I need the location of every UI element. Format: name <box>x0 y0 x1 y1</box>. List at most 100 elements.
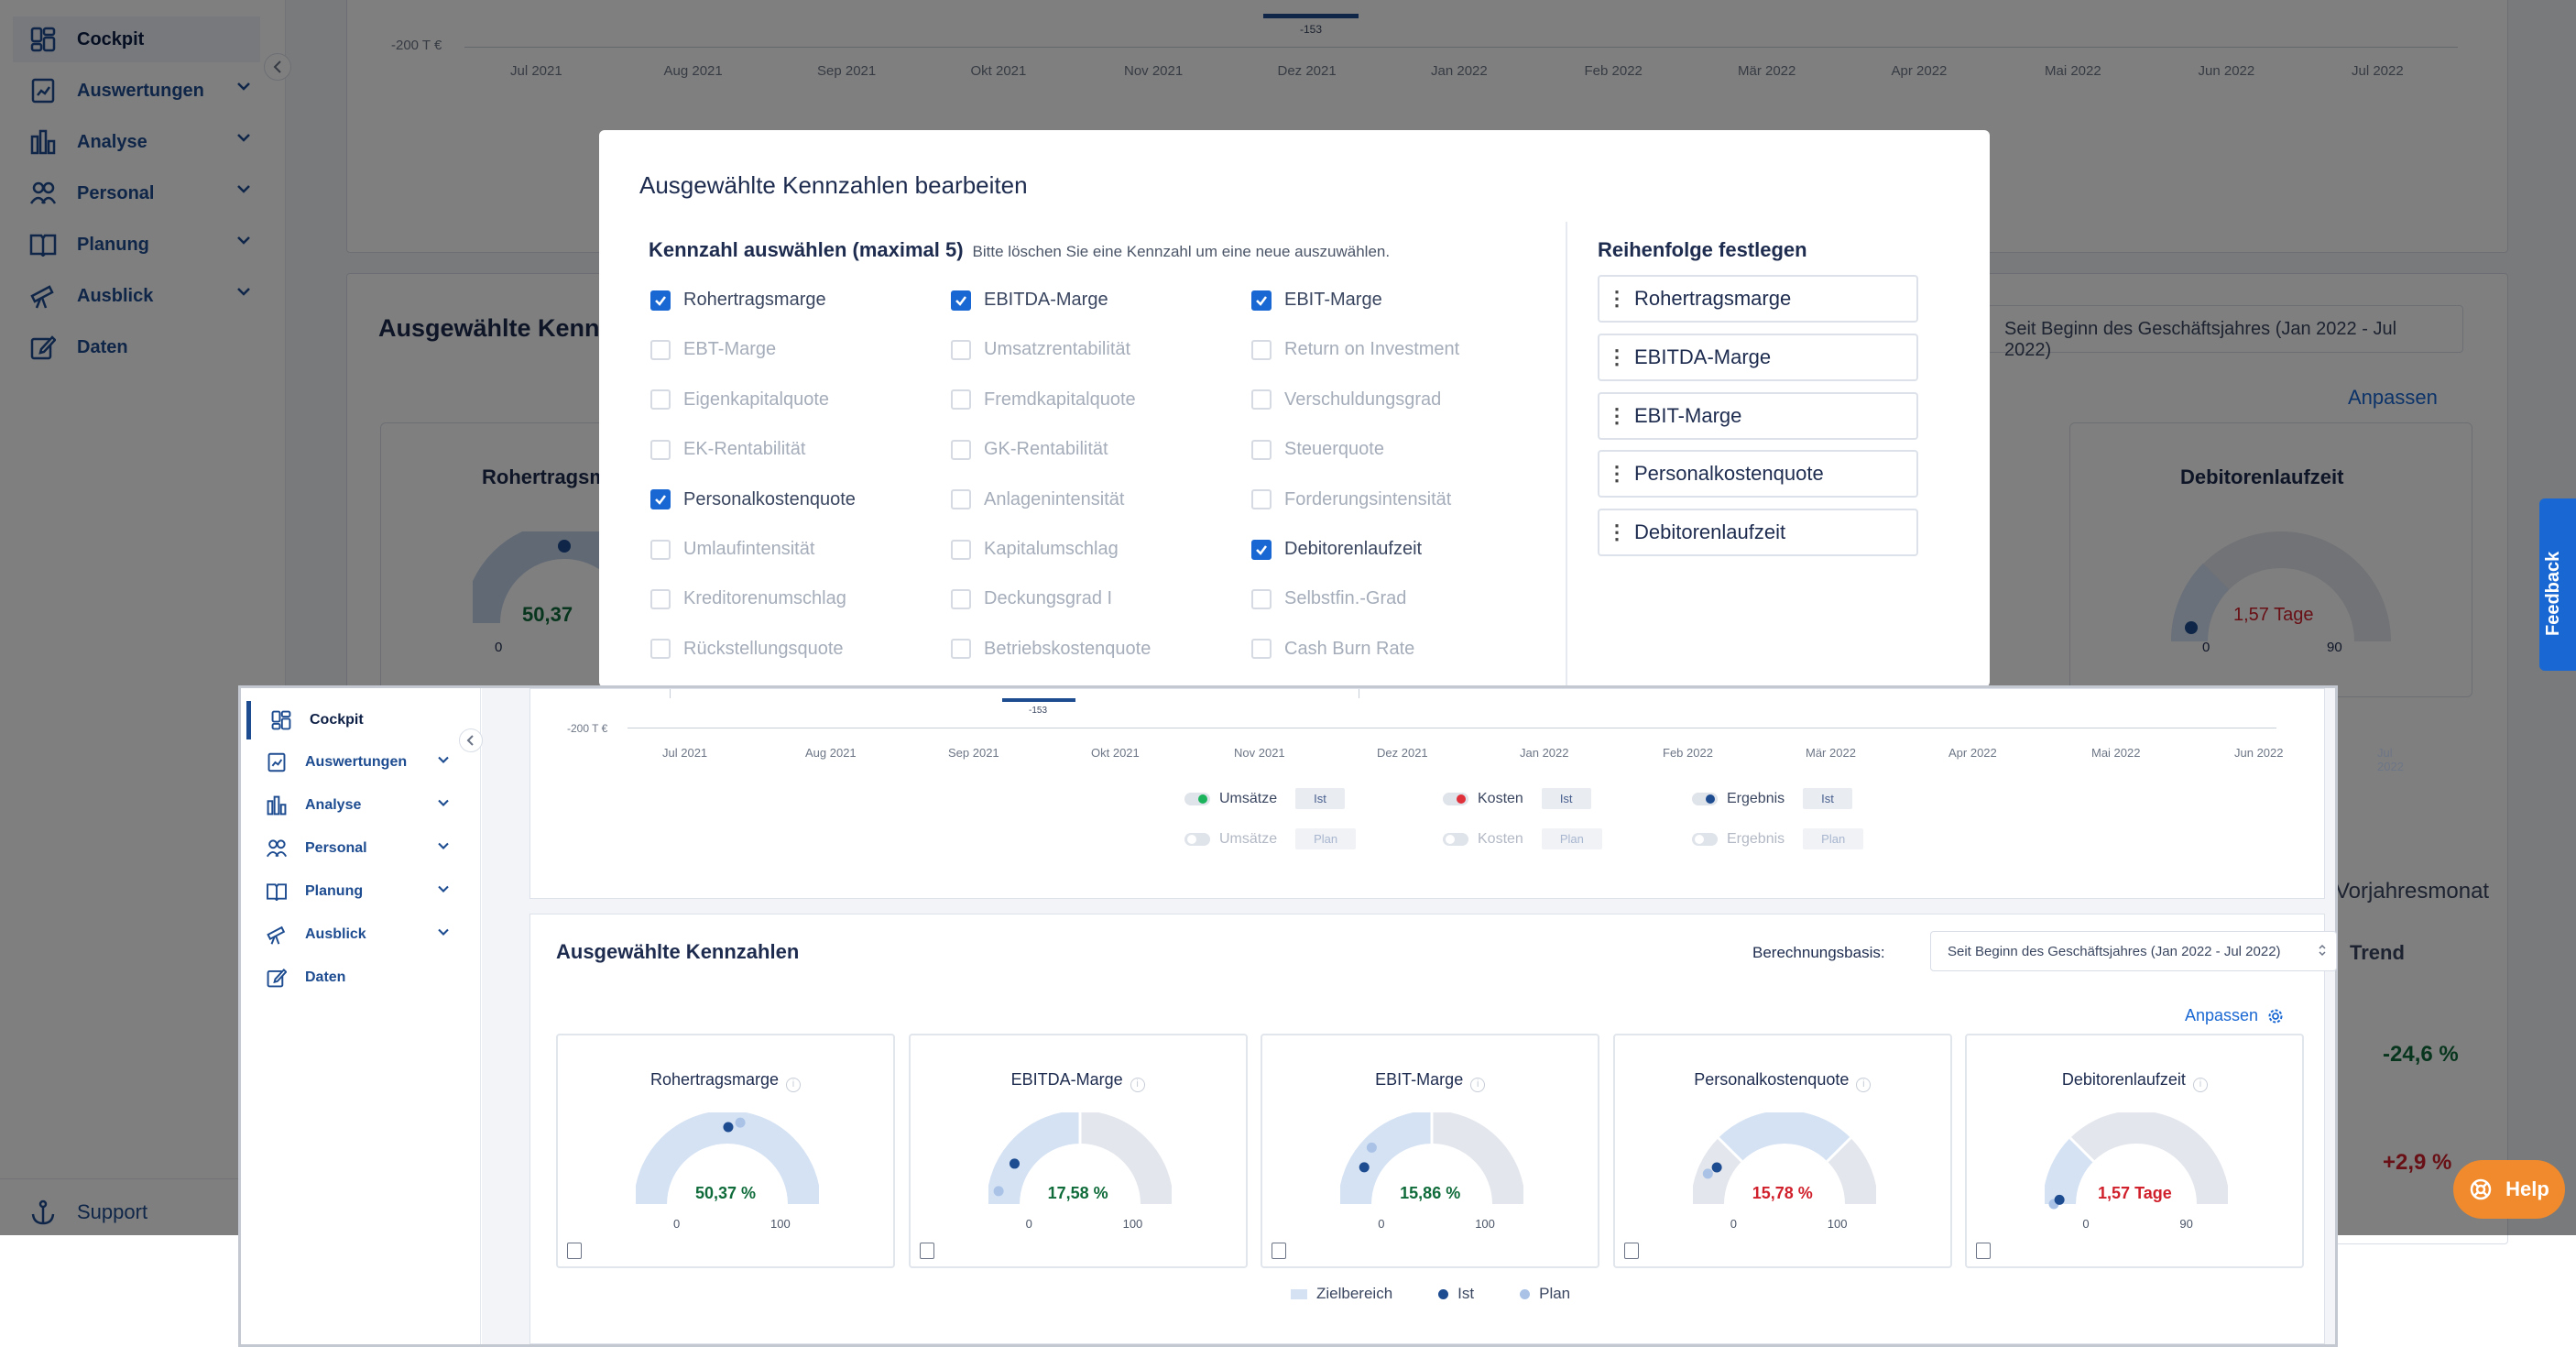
kpi-checkbox: EBT-Marge <box>650 339 776 360</box>
checkbox-icon[interactable] <box>951 489 971 510</box>
checkbox-label: Umlaufintensität <box>683 539 815 559</box>
gauge-card: Personalkostenquote i 15,78 % 0 100 <box>1612 1034 1952 1268</box>
checkbox-icon[interactable] <box>650 639 671 660</box>
checkbox-icon[interactable] <box>951 439 971 460</box>
series-toggle[interactable]: Umsätze Plan <box>1184 828 1357 849</box>
info-icon[interactable]: i <box>1130 1078 1145 1092</box>
kpi-checkbox[interactable]: EBIT-Marge <box>1251 290 1382 311</box>
toggle-switch-icon[interactable] <box>1692 792 1718 805</box>
checkbox-label: GK-Rentabilität <box>984 439 1108 460</box>
details-icon[interactable] <box>1976 1243 1992 1259</box>
checkbox-icon[interactable] <box>951 389 971 411</box>
checkbox-icon[interactable] <box>1251 588 1272 609</box>
order-item[interactable]: ⋮ EBITDA-Marge <box>1598 333 1918 381</box>
checkbox-icon[interactable] <box>1251 389 1272 411</box>
drag-handle-icon[interactable]: ⋮ <box>1599 345 1634 369</box>
bar-dez-2021 <box>1002 698 1075 702</box>
sidebar-item-cockpit[interactable]: Cockpit <box>246 701 463 739</box>
order-heading: Reihenfolge festlegen <box>1598 238 1807 261</box>
x-tick-label: Mai 2022 <box>2091 746 2141 760</box>
order-item[interactable]: ⋮ Personalkostenquote <box>1598 450 1918 498</box>
checkbox-icon[interactable] <box>951 539 971 560</box>
x-tick-label: Jan 2022 <box>1520 746 1569 760</box>
help-button[interactable]: Help <box>2453 1160 2565 1219</box>
info-icon[interactable]: i <box>2192 1078 2208 1092</box>
drag-handle-icon[interactable]: ⋮ <box>1599 520 1634 544</box>
details-icon[interactable] <box>1623 1243 1639 1259</box>
order-item[interactable]: ⋮ Rohertragsmarge <box>1598 275 1918 323</box>
kpi-checkbox[interactable]: Personalkostenquote <box>650 489 856 510</box>
checkbox-icon[interactable] <box>1251 639 1272 660</box>
kpi-checkbox[interactable]: Debitorenlaufzeit <box>1251 539 1422 560</box>
info-icon[interactable]: i <box>786 1078 802 1092</box>
series-toggle[interactable]: Ergebnis Plan <box>1692 828 1864 849</box>
x-tick-label: Feb 2022 <box>1663 746 1713 760</box>
chevron-down-icon <box>437 798 450 807</box>
gauge-card: Rohertragsmarge i 50,37 % 0 100 <box>556 1034 895 1268</box>
checkbox-icon[interactable] <box>650 389 671 411</box>
info-icon[interactable]: i <box>1856 1078 1872 1092</box>
series-toggle[interactable]: Kosten Ist <box>1443 788 1591 809</box>
checkbox-icon[interactable] <box>1251 439 1272 460</box>
gauge-ist-marker <box>1711 1162 1722 1173</box>
checkbox-icon[interactable] <box>1251 339 1272 360</box>
sidebar-item-ausblick[interactable]: Ausblick <box>246 915 463 954</box>
drag-handle-icon[interactable]: ⋮ <box>1599 404 1634 428</box>
kpi-checkbox: Kapitalumschlag <box>951 539 1119 560</box>
kpi-checkbox: Return on Investment <box>1251 339 1459 360</box>
collapse-sidebar-button[interactable] <box>459 728 483 752</box>
toggle-switch-icon[interactable] <box>1443 792 1468 805</box>
x-tick-label: Dez 2021 <box>1377 746 1428 760</box>
checkbox-icon[interactable] <box>650 539 671 560</box>
info-icon[interactable]: i <box>1470 1078 1486 1092</box>
overlay-main: -200 T € -153 Jul 2021 Aug 2021 Sep 2021 Ok… <box>482 688 2404 1344</box>
order-item-label: Debitorenlaufzeit <box>1634 520 1786 544</box>
toggle-switch-icon[interactable] <box>1184 832 1210 846</box>
sidebar-item-analyse[interactable]: Analyse <box>246 786 463 825</box>
chevron-left-icon <box>460 729 482 751</box>
checkbox-icon[interactable] <box>951 588 971 609</box>
series-toggle[interactable]: Umsätze Ist <box>1184 788 1345 809</box>
drag-handle-icon[interactable]: ⋮ <box>1599 462 1634 486</box>
checkbox-icon[interactable] <box>951 339 971 360</box>
checkbox-checked-icon[interactable] <box>1251 539 1272 560</box>
kpi-checkbox[interactable]: Rohertragsmarge <box>650 290 826 311</box>
sidebar-item-personal[interactable]: Personal <box>246 829 463 868</box>
checkbox-icon[interactable] <box>951 639 971 660</box>
toggle-switch-icon[interactable] <box>1184 792 1210 805</box>
details-icon[interactable] <box>567 1243 582 1259</box>
checkbox-icon[interactable] <box>650 339 671 360</box>
series-toggle[interactable]: Kosten Plan <box>1443 828 1602 849</box>
gauge-min: 0 <box>1730 1217 1738 1231</box>
series-toggle[interactable]: Ergebnis Ist <box>1692 788 1852 809</box>
checkbox-checked-icon[interactable] <box>650 290 671 311</box>
details-icon[interactable] <box>919 1243 934 1259</box>
sidebar-item-planung[interactable]: Planung <box>246 872 463 911</box>
sidebar-item-daten[interactable]: Daten <box>246 958 463 997</box>
gauge-value: 17,58 % <box>1047 1184 1108 1202</box>
order-item[interactable]: ⋮ EBIT-Marge <box>1598 391 1918 440</box>
kpi-checkbox: Forderungsintensität <box>1251 489 1451 510</box>
order-item[interactable]: ⋮ Debitorenlaufzeit <box>1598 509 1918 557</box>
x-tick-label: Jul 2021 <box>662 746 708 760</box>
basis-select[interactable]: Seit Beginn des Geschäftsjahres (Jan 202… <box>1930 931 2337 971</box>
checkbox-checked-icon[interactable] <box>650 489 671 510</box>
toggle-label: Umsätze <box>1219 830 1278 847</box>
series-type-pill: Plan <box>1295 828 1357 849</box>
checkbox-checked-icon[interactable] <box>1251 290 1272 311</box>
details-icon[interactable] <box>1272 1243 1287 1259</box>
select-heading: Kennzahl auswählen (maximal 5) Bitte lösc… <box>649 238 1391 261</box>
checkbox-checked-icon[interactable] <box>951 290 971 311</box>
kpi-checkbox[interactable]: EBITDA-Marge <box>951 290 1108 311</box>
drag-handle-icon[interactable]: ⋮ <box>1599 287 1634 311</box>
toggle-switch-icon[interactable] <box>1692 832 1718 846</box>
toggle-switch-icon[interactable] <box>1443 832 1468 846</box>
checkbox-icon[interactable] <box>650 588 671 609</box>
anpassen-link[interactable]: Anpassen <box>2185 1006 2284 1025</box>
checkbox-icon[interactable] <box>1251 489 1272 510</box>
report-icon <box>265 750 289 774</box>
gauge-ist-marker <box>1359 1162 1370 1173</box>
feedback-tab[interactable]: Feedback <box>2539 498 2576 671</box>
checkbox-icon[interactable] <box>650 439 671 460</box>
sidebar-item-auswertungen[interactable]: Auswertungen <box>246 743 463 782</box>
